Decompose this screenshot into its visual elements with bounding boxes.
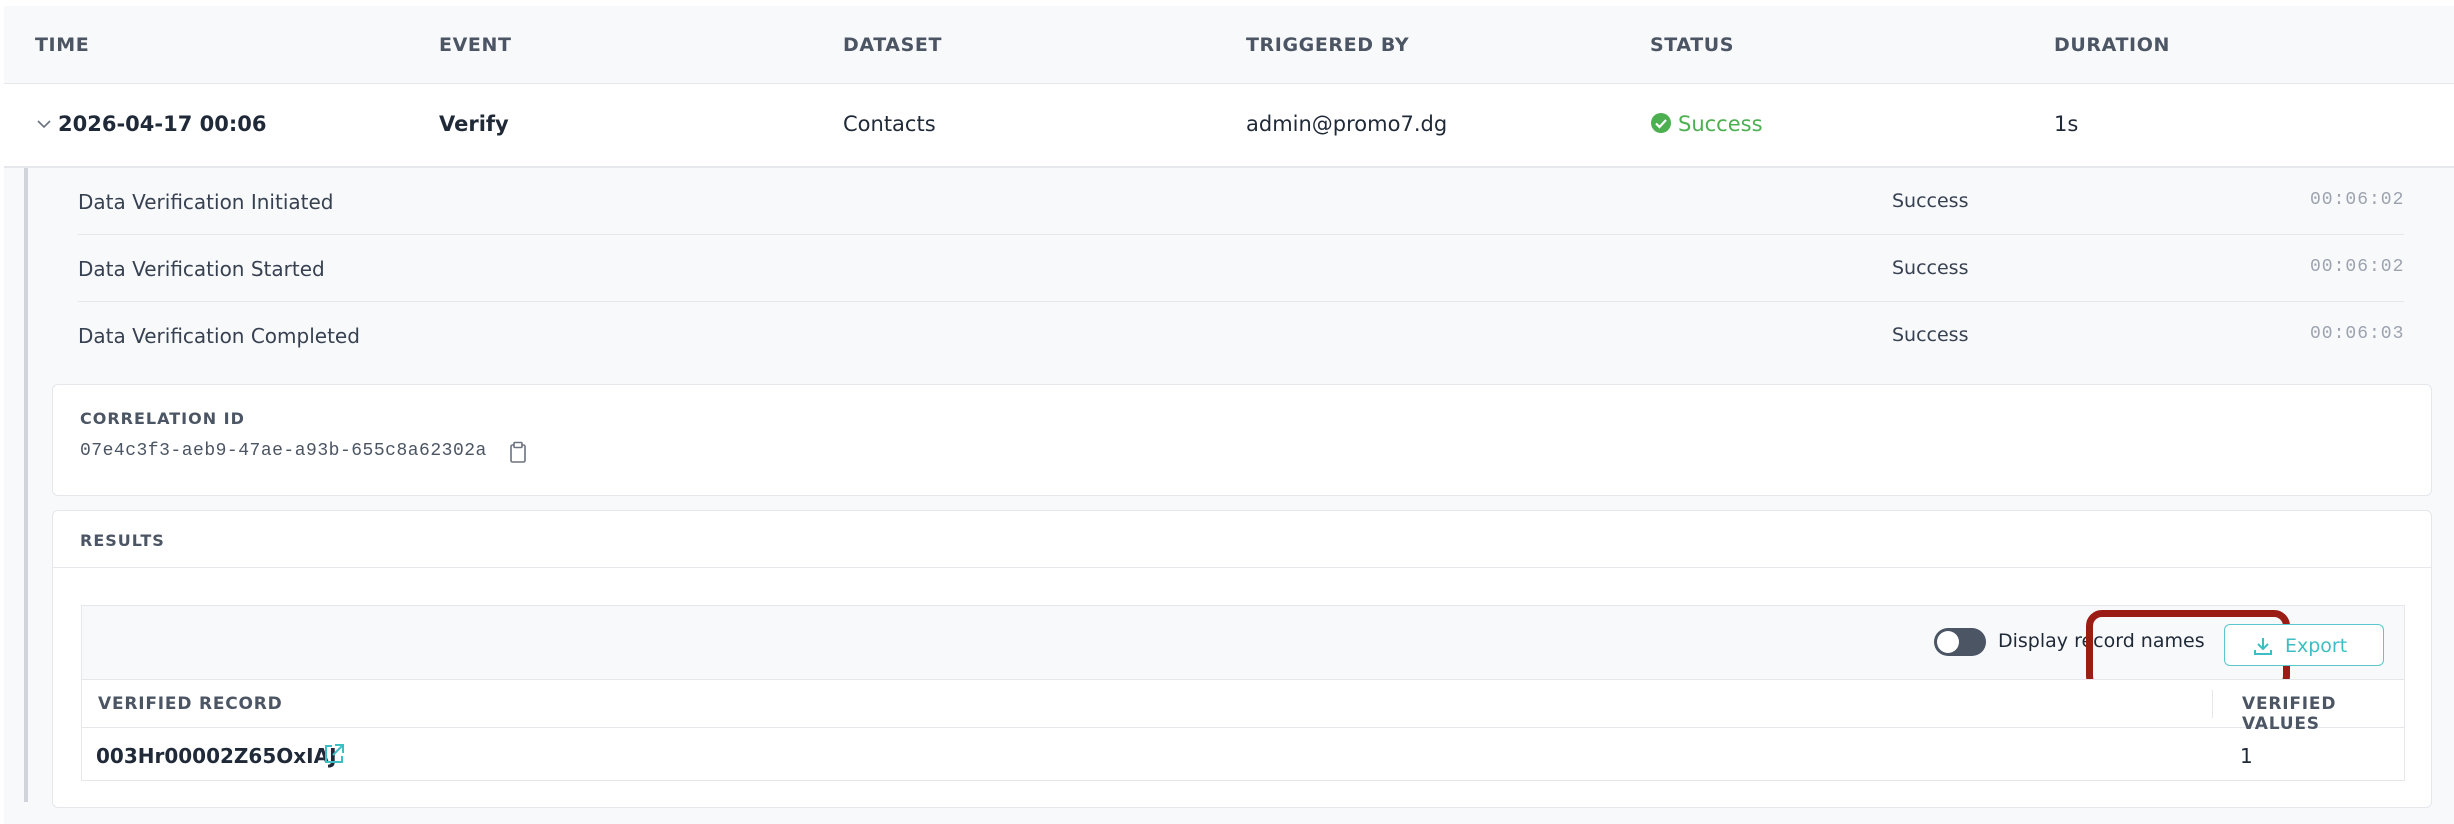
verified-record-id: 003Hr00002Z65OxIAJ xyxy=(96,744,337,768)
column-verified-record: VERIFIED RECORD xyxy=(98,694,283,714)
step-time: 00:06:02 xyxy=(2310,257,2405,277)
event-row[interactable]: 2026-04-17 00:06 Verify Contacts admin@p… xyxy=(4,84,2454,168)
step-label: Data Verification Started xyxy=(78,257,325,281)
step-label: Data Verification Initiated xyxy=(78,190,334,214)
event-duration: 1s xyxy=(2054,112,2079,136)
display-record-names-toggle[interactable] xyxy=(1934,628,1986,656)
check-circle-icon xyxy=(1651,113,1671,133)
results-card: RESULTS Display record names Export VERI… xyxy=(52,510,2432,808)
correlation-card: CORRELATION ID 07e4c3f3-aeb9-47ae-a93b-6… xyxy=(52,384,2432,496)
details-left-border xyxy=(24,168,28,802)
results-table-header: VERIFIED RECORD VERIFIED VALUES xyxy=(82,680,2404,734)
event-dataset: Contacts xyxy=(843,112,936,136)
table-header: TIME EVENT DATASET TRIGGERED BY STATUS D… xyxy=(4,6,2454,84)
step-label: Data Verification Completed xyxy=(78,324,360,348)
step-row: Data Verification Completed Success 00:0… xyxy=(78,302,2404,369)
results-table: VERIFIED RECORD VERIFIED VALUES 003Hr000… xyxy=(81,679,2405,781)
divider xyxy=(53,567,2431,568)
correlation-id: 07e4c3f3-aeb9-47ae-a93b-655c8a62302a xyxy=(80,441,487,461)
verified-values-count: 1 xyxy=(2240,744,2253,768)
event-type: Verify xyxy=(439,112,509,136)
event-triggered-by: admin@promo7.dg xyxy=(1246,112,1448,136)
external-link-icon[interactable] xyxy=(322,742,346,766)
toggle-knob xyxy=(1937,631,1959,653)
download-icon xyxy=(2254,638,2272,655)
step-row: Data Verification Initiated Success 00:0… xyxy=(78,168,2404,235)
event-time: 2026-04-17 00:06 xyxy=(58,112,267,136)
step-row: Data Verification Started Success 00:06:… xyxy=(78,235,2404,302)
results-toolbar: Display record names xyxy=(81,605,2405,692)
export-label: Export xyxy=(2285,635,2348,657)
chevron-down-icon[interactable] xyxy=(36,116,52,132)
results-title: RESULTS xyxy=(80,531,165,550)
step-time: 00:06:03 xyxy=(2310,324,2405,344)
column-triggered-by: TRIGGERED BY xyxy=(1246,34,1410,56)
correlation-title: CORRELATION ID xyxy=(80,409,245,428)
column-event: EVENT xyxy=(439,34,512,56)
export-button[interactable]: Export xyxy=(2224,624,2384,666)
step-status: Success xyxy=(1892,324,1969,346)
column-verified-values: VERIFIED VALUES xyxy=(2242,694,2337,734)
column-time: TIME xyxy=(35,34,90,56)
column-dataset: DATASET xyxy=(843,34,943,56)
clipboard-icon[interactable] xyxy=(509,441,527,463)
step-time: 00:06:02 xyxy=(2310,190,2405,210)
column-status: STATUS xyxy=(1650,34,1735,56)
step-status: Success xyxy=(1892,190,1969,212)
column-separator xyxy=(2212,690,2213,718)
column-duration: DURATION xyxy=(2054,34,2170,56)
step-status: Success xyxy=(1892,257,1969,279)
event-status: Success xyxy=(1678,112,1763,136)
